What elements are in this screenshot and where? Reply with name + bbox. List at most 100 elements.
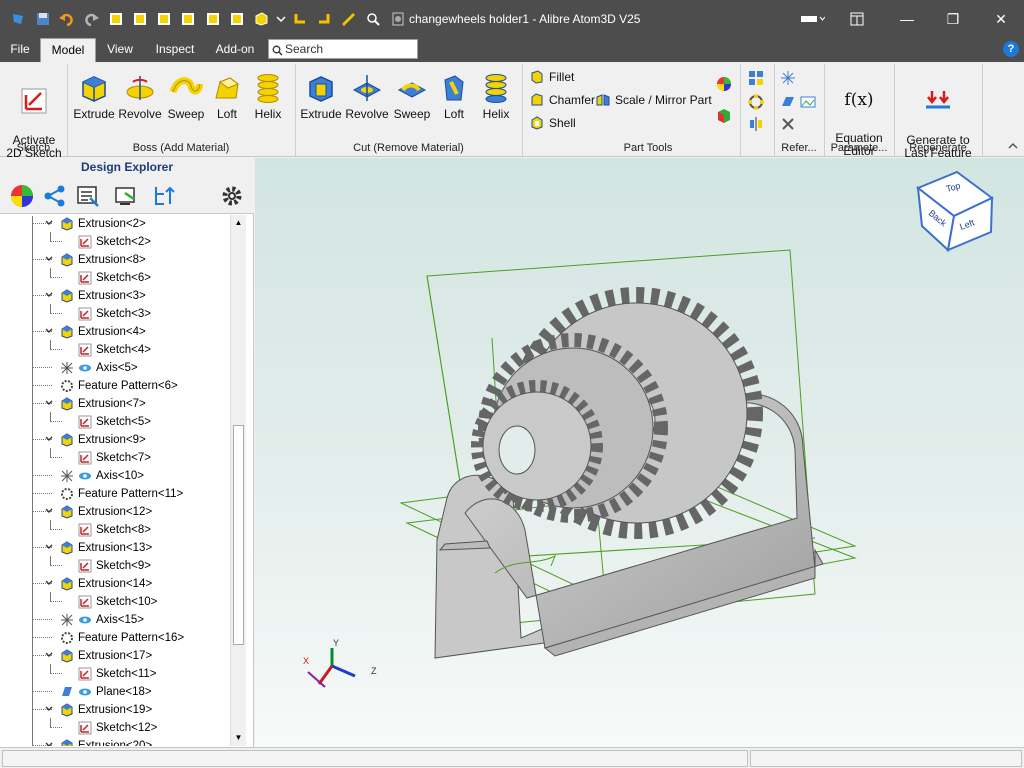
redo-icon[interactable]: [83, 11, 99, 27]
boss-revolve-button[interactable]: Revolve: [118, 72, 162, 121]
tree-item-extrusion[interactable]: Extrusion<12>: [32, 503, 152, 521]
expand-chevron-icon[interactable]: [44, 650, 54, 663]
expand-chevron-icon[interactable]: [44, 506, 54, 519]
tree-item-extrusion[interactable]: Extrusion<8>: [32, 251, 146, 269]
scroll-thumb[interactable]: [233, 425, 244, 645]
tree-item-pattern[interactable]: Feature Pattern<16>: [32, 629, 184, 647]
view-back-icon[interactable]: [132, 11, 148, 27]
shell-button[interactable]: Shell: [530, 116, 576, 130]
properties-list-icon[interactable]: [76, 184, 100, 208]
ribbon-display-icon[interactable]: [800, 11, 826, 27]
tree-item-extrusion[interactable]: Extrusion<9>: [32, 431, 146, 449]
collapse-ribbon-icon[interactable]: [1007, 140, 1023, 156]
restore-layout-icon[interactable]: [849, 11, 865, 27]
tree-item-sketch[interactable]: Sketch<7>: [50, 448, 151, 467]
tree-item-extrusion[interactable]: Extrusion<14>: [32, 575, 152, 593]
color-wheel-icon[interactable]: [716, 76, 732, 92]
tree-item-extrusion[interactable]: Extrusion<20>: [32, 737, 152, 746]
reference-plane-icon[interactable]: [780, 94, 796, 110]
measure-icon[interactable]: [340, 11, 356, 27]
tree-item-pattern[interactable]: Feature Pattern<6>: [32, 377, 178, 395]
tree-item-extrusion[interactable]: Extrusion<4>: [32, 323, 146, 341]
maximize-button[interactable]: ❐: [930, 0, 976, 38]
grid-pattern-icon[interactable]: [748, 70, 764, 86]
visibility-eye-icon[interactable]: [78, 469, 92, 483]
mirror-feature-icon[interactable]: [748, 116, 764, 132]
tree-item-extrusion[interactable]: Extrusion<19>: [32, 701, 152, 719]
export-view-icon[interactable]: [114, 184, 138, 208]
view-top-icon[interactable]: [205, 11, 221, 27]
scroll-up-icon[interactable]: ▲: [231, 215, 246, 231]
3d-viewport[interactable]: Y Z X Top Back Left: [255, 158, 1024, 747]
visibility-eye-icon[interactable]: [78, 685, 92, 699]
save-icon[interactable]: [35, 11, 51, 27]
arrow-down-left-icon[interactable]: [292, 11, 308, 27]
cut-extrude-button[interactable]: Extrude: [299, 72, 343, 121]
tab-add-on[interactable]: Add-on: [208, 38, 262, 62]
view-bottom-icon[interactable]: [229, 11, 245, 27]
material-cube-icon[interactable]: [716, 108, 732, 124]
undo-icon[interactable]: [59, 11, 75, 27]
tree-item-sketch[interactable]: Sketch<10>: [50, 592, 157, 611]
help-button[interactable]: ?: [1003, 41, 1019, 57]
tab-inspect[interactable]: Inspect: [148, 38, 202, 62]
fillet-button[interactable]: Fillet: [530, 70, 574, 84]
tree-item-extrusion[interactable]: Extrusion<3>: [32, 287, 146, 305]
tree-item-sketch[interactable]: Sketch<9>: [50, 556, 151, 575]
tree-item-plane[interactable]: Plane<18>: [32, 683, 152, 701]
reference-axis-icon[interactable]: [780, 116, 796, 132]
view-isometric-icon[interactable]: [253, 11, 269, 27]
tree-item-axis[interactable]: Axis<10>: [32, 467, 144, 485]
reference-image-icon[interactable]: [800, 94, 816, 110]
zoom-icon[interactable]: [365, 11, 381, 27]
chamfer-button[interactable]: Chamfer: [530, 93, 595, 107]
tree-item-sketch[interactable]: Sketch<2>: [50, 232, 151, 251]
tree-item-extrusion[interactable]: Extrusion<7>: [32, 395, 146, 413]
tree-item-extrusion[interactable]: Extrusion<2>: [32, 216, 146, 233]
visibility-eye-icon[interactable]: [78, 613, 92, 627]
settings-gear-icon[interactable]: [220, 184, 244, 208]
tree-item-sketch[interactable]: Sketch<12>: [50, 718, 157, 737]
tree-item-sketch[interactable]: Sketch<8>: [50, 520, 151, 539]
cut-sweep-button[interactable]: Sweep: [390, 72, 434, 121]
expand-chevron-icon[interactable]: [44, 290, 54, 303]
cut-helix-button[interactable]: Helix: [476, 72, 516, 121]
arrow-down-right-icon[interactable]: [316, 11, 332, 27]
expand-chevron-icon[interactable]: [44, 254, 54, 267]
tab-view[interactable]: View: [100, 38, 140, 62]
search-input[interactable]: Search: [268, 39, 418, 59]
expand-chevron-icon[interactable]: [44, 218, 54, 231]
circular-pattern-icon[interactable]: [748, 94, 764, 110]
tree-item-extrusion[interactable]: Extrusion<17>: [32, 647, 152, 665]
tree-item-axis[interactable]: Axis<5>: [32, 359, 138, 377]
expand-chevron-icon[interactable]: [44, 578, 54, 591]
scale-mirror-button[interactable]: Scale / Mirror Part: [596, 93, 712, 107]
view-front-icon[interactable]: [108, 11, 124, 27]
tree-item-pattern[interactable]: Feature Pattern<11>: [32, 485, 183, 503]
visibility-eye-icon[interactable]: [78, 361, 92, 375]
network-icon[interactable]: [43, 184, 67, 208]
expand-chevron-icon[interactable]: [44, 398, 54, 411]
scroll-down-icon[interactable]: ▼: [231, 730, 246, 746]
cut-loft-button[interactable]: Loft: [434, 72, 474, 121]
tree-item-sketch[interactable]: Sketch<6>: [50, 268, 151, 287]
tree-hierarchy-icon[interactable]: [152, 184, 176, 208]
view-left-icon[interactable]: [156, 11, 172, 27]
view-right-icon[interactable]: [180, 11, 196, 27]
expand-chevron-icon[interactable]: [44, 326, 54, 339]
tree-item-extrusion[interactable]: Extrusion<13>: [32, 539, 152, 557]
boss-helix-button[interactable]: Helix: [248, 72, 288, 121]
boss-extrude-button[interactable]: Extrude: [72, 72, 116, 121]
expand-chevron-icon[interactable]: [44, 542, 54, 555]
cut-revolve-button[interactable]: Revolve: [345, 72, 389, 121]
tree-item-sketch[interactable]: Sketch<4>: [50, 340, 151, 359]
boss-sweep-button[interactable]: Sweep: [164, 72, 208, 121]
expand-chevron-icon[interactable]: [44, 434, 54, 447]
tree-scrollbar[interactable]: ▲ ▼: [230, 215, 246, 746]
close-button[interactable]: ✕: [978, 0, 1024, 38]
tab-model[interactable]: Model: [40, 38, 96, 62]
boss-loft-button[interactable]: Loft: [207, 72, 247, 121]
reference-point-icon[interactable]: [780, 70, 796, 86]
minimize-button[interactable]: —: [884, 0, 930, 38]
chevron-down-icon[interactable]: [273, 11, 289, 27]
